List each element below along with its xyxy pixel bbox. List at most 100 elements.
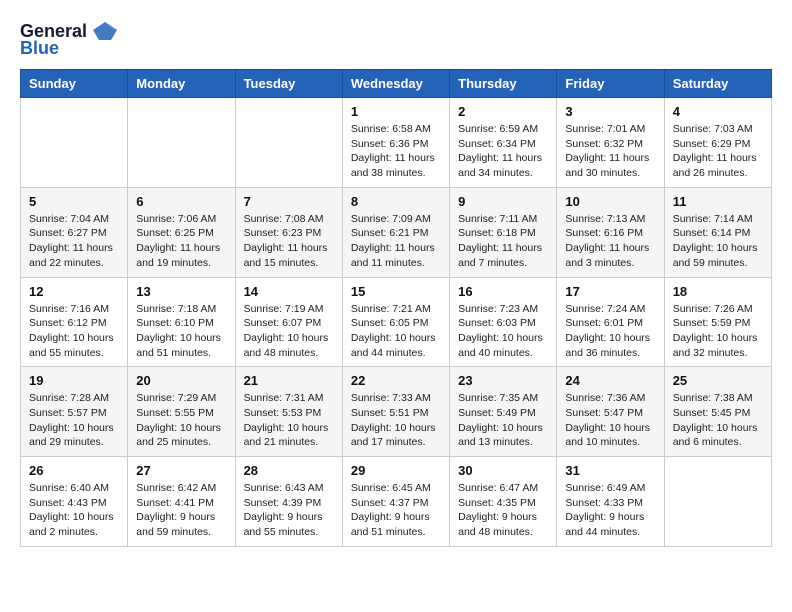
day-info: Sunrise: 7:13 AM Sunset: 6:16 PM Dayligh…	[565, 212, 655, 271]
calendar-cell	[235, 98, 342, 188]
calendar-cell: 21 Sunrise: 7:31 AM Sunset: 5:53 PM Dayli…	[235, 367, 342, 457]
day-header-monday: Monday	[128, 70, 235, 98]
day-info: Sunrise: 6:59 AM Sunset: 6:34 PM Dayligh…	[458, 122, 548, 181]
day-header-friday: Friday	[557, 70, 664, 98]
day-info: Sunrise: 7:11 AM Sunset: 6:18 PM Dayligh…	[458, 212, 548, 271]
calendar-cell: 30 Sunrise: 6:47 AM Sunset: 4:35 PM Dayli…	[450, 457, 557, 547]
day-number: 30	[458, 463, 548, 478]
calendar-cell: 14 Sunrise: 7:19 AM Sunset: 6:07 PM Dayli…	[235, 277, 342, 367]
day-info: Sunrise: 7:14 AM Sunset: 6:14 PM Dayligh…	[673, 212, 763, 271]
day-number: 9	[458, 194, 548, 209]
day-number: 23	[458, 373, 548, 388]
calendar-cell: 19 Sunrise: 7:28 AM Sunset: 5:57 PM Dayli…	[21, 367, 128, 457]
day-info: Sunrise: 7:18 AM Sunset: 6:10 PM Dayligh…	[136, 302, 226, 361]
day-info: Sunrise: 7:09 AM Sunset: 6:21 PM Dayligh…	[351, 212, 441, 271]
calendar-cell: 6 Sunrise: 7:06 AM Sunset: 6:25 PM Daylig…	[128, 187, 235, 277]
calendar-cell: 2 Sunrise: 6:59 AM Sunset: 6:34 PM Daylig…	[450, 98, 557, 188]
day-number: 22	[351, 373, 441, 388]
calendar-week-row: 26Sunrise: 6:40 AM Sunset: 4:43 PM Dayli…	[21, 457, 772, 547]
day-info: Sunrise: 6:42 AM Sunset: 4:41 PM Dayligh…	[136, 481, 226, 540]
calendar-cell: 8 Sunrise: 7:09 AM Sunset: 6:21 PM Daylig…	[342, 187, 449, 277]
calendar-cell: 28Sunrise: 6:43 AM Sunset: 4:39 PM Dayli…	[235, 457, 342, 547]
calendar-cell: 17 Sunrise: 7:24 AM Sunset: 6:01 PM Dayli…	[557, 277, 664, 367]
day-number: 3	[565, 104, 655, 119]
calendar-week-row: 5 Sunrise: 7:04 AM Sunset: 6:27 PM Daylig…	[21, 187, 772, 277]
day-info: Sunrise: 7:04 AM Sunset: 6:27 PM Dayligh…	[29, 212, 119, 271]
day-info: Sunrise: 7:03 AM Sunset: 6:29 PM Dayligh…	[673, 122, 763, 181]
calendar-cell: 13 Sunrise: 7:18 AM Sunset: 6:10 PM Dayli…	[128, 277, 235, 367]
day-number: 14	[244, 284, 334, 299]
page-header: General Blue	[20, 20, 772, 59]
day-number: 20	[136, 373, 226, 388]
day-header-thursday: Thursday	[450, 70, 557, 98]
day-info: Sunrise: 7:36 AM Sunset: 5:47 PM Dayligh…	[565, 391, 655, 450]
day-number: 13	[136, 284, 226, 299]
day-header-wednesday: Wednesday	[342, 70, 449, 98]
calendar-cell: 26Sunrise: 6:40 AM Sunset: 4:43 PM Dayli…	[21, 457, 128, 547]
day-info: Sunrise: 7:28 AM Sunset: 5:57 PM Dayligh…	[29, 391, 119, 450]
calendar-cell: 20Sunrise: 7:29 AM Sunset: 5:55 PM Dayli…	[128, 367, 235, 457]
day-info: Sunrise: 7:35 AM Sunset: 5:49 PM Dayligh…	[458, 391, 548, 450]
logo-blue-text: Blue	[20, 38, 59, 59]
calendar-cell: 9 Sunrise: 7:11 AM Sunset: 6:18 PM Daylig…	[450, 187, 557, 277]
day-number: 12	[29, 284, 119, 299]
day-number: 11	[673, 194, 763, 209]
day-number: 25	[673, 373, 763, 388]
day-info: Sunrise: 6:45 AM Sunset: 4:37 PM Dayligh…	[351, 481, 441, 540]
day-info: Sunrise: 7:23 AM Sunset: 6:03 PM Dayligh…	[458, 302, 548, 361]
day-info: Sunrise: 7:24 AM Sunset: 6:01 PM Dayligh…	[565, 302, 655, 361]
day-info: Sunrise: 7:21 AM Sunset: 6:05 PM Dayligh…	[351, 302, 441, 361]
calendar-cell: 10Sunrise: 7:13 AM Sunset: 6:16 PM Dayli…	[557, 187, 664, 277]
day-number: 6	[136, 194, 226, 209]
calendar-cell: 27 Sunrise: 6:42 AM Sunset: 4:41 PM Dayli…	[128, 457, 235, 547]
calendar-cell: 24Sunrise: 7:36 AM Sunset: 5:47 PM Dayli…	[557, 367, 664, 457]
calendar-cell: 22 Sunrise: 7:33 AM Sunset: 5:51 PM Dayli…	[342, 367, 449, 457]
day-info: Sunrise: 7:01 AM Sunset: 6:32 PM Dayligh…	[565, 122, 655, 181]
day-number: 29	[351, 463, 441, 478]
calendar-table: SundayMondayTuesdayWednesdayThursdayFrid…	[20, 69, 772, 547]
day-number: 31	[565, 463, 655, 478]
day-info: Sunrise: 7:16 AM Sunset: 6:12 PM Dayligh…	[29, 302, 119, 361]
calendar-cell	[664, 457, 771, 547]
calendar-cell: 3 Sunrise: 7:01 AM Sunset: 6:32 PM Daylig…	[557, 98, 664, 188]
day-info: Sunrise: 7:33 AM Sunset: 5:51 PM Dayligh…	[351, 391, 441, 450]
day-info: Sunrise: 6:47 AM Sunset: 4:35 PM Dayligh…	[458, 481, 548, 540]
calendar-cell: 5 Sunrise: 7:04 AM Sunset: 6:27 PM Daylig…	[21, 187, 128, 277]
calendar-cell: 11 Sunrise: 7:14 AM Sunset: 6:14 PM Dayli…	[664, 187, 771, 277]
day-info: Sunrise: 7:19 AM Sunset: 6:07 PM Dayligh…	[244, 302, 334, 361]
day-header-sunday: Sunday	[21, 70, 128, 98]
day-header-saturday: Saturday	[664, 70, 771, 98]
calendar-cell	[128, 98, 235, 188]
day-number: 27	[136, 463, 226, 478]
day-number: 5	[29, 194, 119, 209]
day-info: Sunrise: 7:06 AM Sunset: 6:25 PM Dayligh…	[136, 212, 226, 271]
day-info: Sunrise: 7:08 AM Sunset: 6:23 PM Dayligh…	[244, 212, 334, 271]
day-header-tuesday: Tuesday	[235, 70, 342, 98]
day-info: Sunrise: 7:26 AM Sunset: 5:59 PM Dayligh…	[673, 302, 763, 361]
calendar-cell	[21, 98, 128, 188]
day-number: 7	[244, 194, 334, 209]
day-info: Sunrise: 6:49 AM Sunset: 4:33 PM Dayligh…	[565, 481, 655, 540]
calendar-cell: 1 Sunrise: 6:58 AM Sunset: 6:36 PM Daylig…	[342, 98, 449, 188]
day-number: 26	[29, 463, 119, 478]
calendar-cell: 18Sunrise: 7:26 AM Sunset: 5:59 PM Dayli…	[664, 277, 771, 367]
day-info: Sunrise: 7:38 AM Sunset: 5:45 PM Dayligh…	[673, 391, 763, 450]
day-info: Sunrise: 7:31 AM Sunset: 5:53 PM Dayligh…	[244, 391, 334, 450]
day-number: 17	[565, 284, 655, 299]
calendar-cell: 25 Sunrise: 7:38 AM Sunset: 5:45 PM Dayli…	[664, 367, 771, 457]
day-number: 15	[351, 284, 441, 299]
calendar-cell: 23 Sunrise: 7:35 AM Sunset: 5:49 PM Dayli…	[450, 367, 557, 457]
day-number: 19	[29, 373, 119, 388]
day-number: 8	[351, 194, 441, 209]
day-number: 2	[458, 104, 548, 119]
calendar-week-row: 12 Sunrise: 7:16 AM Sunset: 6:12 PM Dayli…	[21, 277, 772, 367]
calendar-week-row: 19 Sunrise: 7:28 AM Sunset: 5:57 PM Dayli…	[21, 367, 772, 457]
day-info: Sunrise: 6:58 AM Sunset: 6:36 PM Dayligh…	[351, 122, 441, 181]
day-number: 21	[244, 373, 334, 388]
calendar-cell: 12 Sunrise: 7:16 AM Sunset: 6:12 PM Dayli…	[21, 277, 128, 367]
logo: General Blue	[20, 20, 119, 59]
day-number: 1	[351, 104, 441, 119]
calendar-week-row: 1 Sunrise: 6:58 AM Sunset: 6:36 PM Daylig…	[21, 98, 772, 188]
logo-icon	[91, 20, 119, 42]
calendar-cell: 15 Sunrise: 7:21 AM Sunset: 6:05 PM Dayli…	[342, 277, 449, 367]
